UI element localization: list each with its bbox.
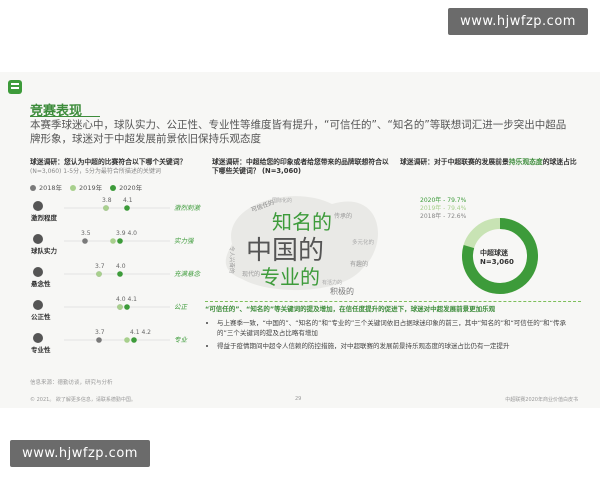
title-underline (30, 116, 100, 117)
findings-bullet: 与上赛季一致，“中国的”、“知名的”和“专业的”三个关键词依旧占据球迷印象的前三… (217, 318, 581, 338)
score-point (124, 304, 130, 310)
category-label: 公正性 (31, 312, 51, 321)
category-icon (33, 201, 43, 211)
value-label: 3.9 4.0 (116, 230, 137, 237)
headline: 本赛季球迷心中，球队实力、公正性、专业性等维度皆有提升，“可信任的”、“知名的”… (30, 119, 567, 145)
score-point (117, 238, 123, 244)
footer-copyright: © 2021。 欲了解更多信息，请联系德勤中国。 (30, 397, 136, 403)
donut-center-label: 中超球迷 (480, 248, 509, 257)
legend-label-2019: 2019年 (79, 184, 103, 192)
survey3-question: 球迷调研：对于中超联赛的发展前景持乐观态度的球迷占比 (400, 158, 585, 167)
score-point (82, 238, 88, 244)
legend: 2018年 2019年 2020年 (30, 182, 142, 192)
findings-list: 与上赛季一致，“中国的”、“知名的”和“专业的”三个关键词依旧占据球迷印象的前三… (205, 318, 581, 351)
word-zhuanye: 专业的 (260, 265, 320, 289)
value-label: 4.0 4.1 (116, 296, 137, 303)
survey3-question-suffix: 的球迷占比 (542, 158, 577, 166)
legend-label-2020: 2020年 (119, 184, 143, 192)
score-point (117, 271, 123, 277)
word-minor-8: 有活力的 (322, 279, 342, 286)
footer-report-name: 中超联赛2020年商业价值白皮书 (505, 397, 578, 403)
score-point (103, 205, 109, 211)
score-point (96, 271, 102, 277)
survey3-question-highlight: 持乐观态度 (508, 158, 543, 166)
word-minor-6: 有趣的 (350, 260, 368, 268)
legend-swatch-2019 (70, 185, 77, 191)
tag-label: 实力强 (174, 237, 194, 245)
legend-swatch-2018 (30, 185, 36, 191)
value-label: 3.7 (95, 263, 105, 270)
keyword-score-chart: 激烈程度 激烈刺激 3.8 4.1 球队实力 实力强 3.5 3.9 4.0 悬念性 充满悬念 3.… (30, 197, 202, 354)
value-label: 4.1 (123, 197, 133, 204)
optimism-donut-chart: 中超球迷N=3,060 2020年 - 79.7%2019年 - 79.4%201… (420, 196, 538, 294)
survey1-subnote: (N=3,060) 1-5分，5分为最符合所描述的关键词 (30, 168, 161, 175)
value-label: 3.8 (102, 197, 112, 204)
category-label: 悬念性 (30, 279, 51, 288)
category-icon (33, 234, 43, 244)
survey1-question: 球迷调研：您认为中超的比赛符合以下哪个关键词？ (N=3,060) 1-5分，5… (30, 158, 205, 176)
tag-label: 公正 (174, 303, 189, 311)
legend-item-2018: 2018年 (30, 182, 62, 192)
value-label: 3.7 (95, 329, 105, 336)
findings-note: “可信任的”、“知名的”等关键词的提及增加，在信任度提升的促进下，球迷对中超发展… (205, 304, 581, 354)
note-divider (205, 301, 581, 303)
category-icon (33, 333, 43, 343)
word-jiji: 积极的 (330, 286, 354, 296)
footer: © 2021。 欲了解更多信息，请联系德勤中国。 29 中超联赛2020年商业价… (30, 396, 578, 403)
word-minor-2: 传承的 (334, 212, 352, 220)
category-icon (33, 300, 43, 310)
logo-icon (8, 80, 22, 94)
score-point (131, 337, 137, 343)
word-zhiming: 知名的 (272, 210, 332, 234)
score-point (124, 205, 130, 211)
source-note: 信息来源：德勤访谈，研究与分析 (30, 380, 113, 386)
survey3-question-prefix: 球迷调研：对于中超联赛的发展前景 (400, 158, 509, 166)
tag-label: 充满悬念 (174, 270, 202, 278)
word-cloud: 可信任的 传承的 令人兴奋的 多元化的 现代的 有趣的 国际化的 有活力的 知名… (225, 196, 378, 296)
category-label: 激烈程度 (31, 213, 58, 222)
donut-legend-label: 2018年 - 72.6% (420, 212, 467, 220)
category-label: 专业性 (31, 345, 51, 354)
legend-item-2019: 2019年 (70, 182, 102, 192)
legend-label-2018: 2018年 (39, 184, 63, 192)
survey2-question: 球迷调研：中超给您的印象或者给您带来的品牌联想符合以下哪些关键词？ (N=3,0… (212, 158, 389, 175)
word-minor-7: 国际化的 (272, 197, 292, 204)
score-point (117, 304, 123, 310)
score-point (110, 238, 116, 244)
watermark-bottom: www.hjwfzp.com (10, 440, 150, 467)
findings-bullet: 得益于疫情期间中超令人信赖的防控措施，对中超联赛的发展前景持乐观态度的球迷占比仍… (217, 341, 581, 351)
category-label: 球队实力 (31, 246, 58, 255)
category-icon (33, 267, 43, 277)
word-minor-4: 多元化的 (352, 238, 375, 246)
tag-label: 激烈刺激 (174, 204, 202, 212)
watermark-top: www.hjwfzp.com (448, 8, 588, 35)
donut-legend-label: 2019年 - 79.4% (420, 204, 467, 212)
findings-lead: “可信任的”、“知名的”等关键词的提及增加，在信任度提升的促进下，球迷对中超发展… (205, 305, 496, 313)
donut-center-n: N=3,060 (480, 258, 514, 266)
tag-label: 专业 (174, 336, 188, 344)
page-number: 29 (295, 396, 302, 402)
score-point (124, 337, 130, 343)
score-point (96, 337, 102, 343)
word-minor-5: 现代的 (242, 270, 260, 278)
word-zhongguo: 中国的 (246, 236, 324, 266)
value-label: 4.1 4.2 (130, 329, 151, 336)
value-label: 3.5 (81, 230, 91, 237)
legend-swatch-2020 (110, 185, 117, 191)
survey1-question-text: 球迷调研：您认为中超的比赛符合以下哪个关键词？ (30, 158, 187, 166)
value-label: 4.0 (116, 263, 126, 270)
word-minor-3: 令人兴奋的 (228, 246, 236, 274)
donut-legend-label: 2020年 - 79.7% (420, 196, 467, 204)
report-slide: 竞赛表现 本赛季球迷心中，球队实力、公正性、专业性等维度皆有提升，“可信任的”、… (0, 72, 600, 408)
legend-item-2020: 2020年 (110, 182, 142, 192)
